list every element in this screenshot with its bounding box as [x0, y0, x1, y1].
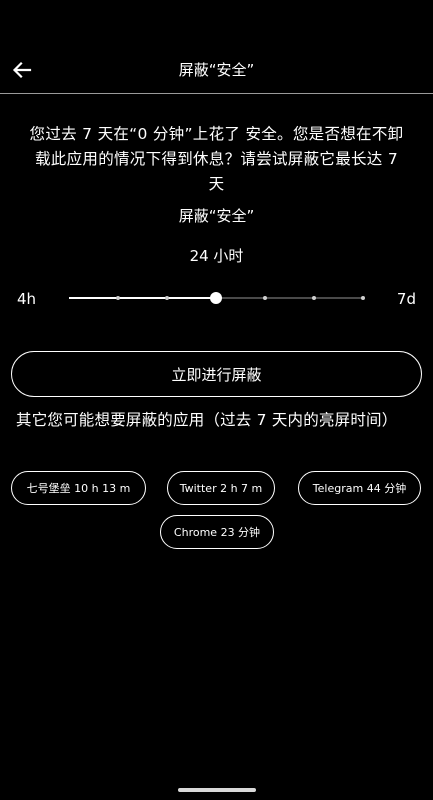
- slider-tick[interactable]: [263, 296, 267, 300]
- duration-slider[interactable]: [69, 287, 365, 309]
- app-header: 屏蔽“安全”: [0, 0, 433, 94]
- slider-tick[interactable]: [165, 296, 169, 300]
- block-now-button[interactable]: 立即进行屏蔽: [11, 351, 422, 397]
- slider-tick[interactable]: [312, 296, 316, 300]
- usage-description: 您过去 7 天在“0 分钟”上花了 安全。您是否想在不卸载此应用的情况下得到休息…: [29, 125, 404, 193]
- slider-tick[interactable]: [116, 296, 120, 300]
- slider-min-label: 4h: [17, 290, 37, 308]
- slider-fill: [69, 297, 216, 299]
- app-chip-telegram[interactable]: Telegram 44 分钟: [298, 471, 421, 505]
- app-chip-chrome[interactable]: Chrome 23 分钟: [160, 515, 274, 549]
- slider-max-label: 7d: [396, 290, 416, 308]
- home-indicator: [178, 788, 256, 792]
- selected-app-name: 屏蔽“安全”: [178, 207, 255, 225]
- app-chip-twitter[interactable]: Twitter 2 h 7 m: [167, 471, 275, 505]
- app-chip-qihaobaolei[interactable]: 七号堡垒 10 h 13 m: [11, 471, 146, 505]
- slider-tick[interactable]: [361, 296, 365, 300]
- slider-thumb[interactable]: [210, 292, 222, 304]
- other-apps-label: 其它您可能想要屏蔽的应用（过去 7 天内的亮屏时间）: [16, 411, 398, 429]
- block-duration-value: 24 小时: [189, 247, 244, 265]
- page-title: 屏蔽“安全”: [178, 61, 255, 79]
